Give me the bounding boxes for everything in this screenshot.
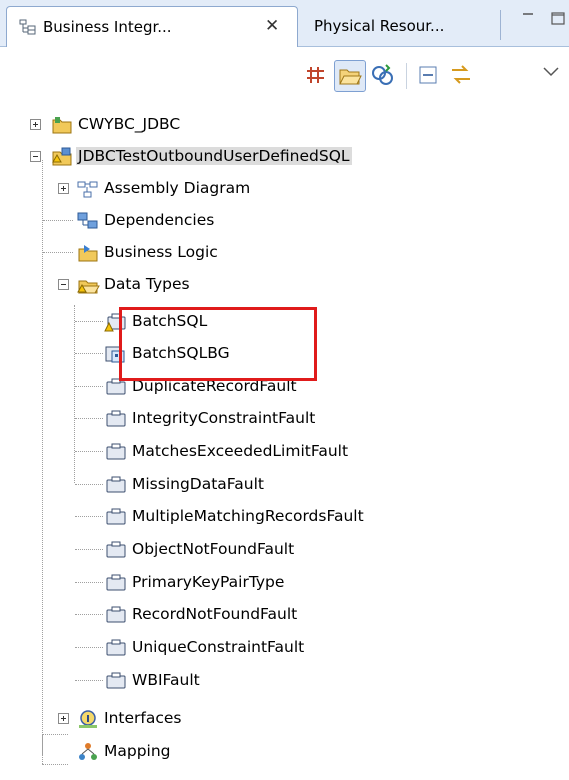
interfaces-icon: I [79,710,97,728]
assembly-diagram-icon [77,181,98,198]
close-icon[interactable]: ✕ [265,16,279,36]
tree-connector [75,353,103,354]
tree-connector [75,484,103,485]
business-integration-icon [19,19,36,35]
tree-item-label: MatchesExceededLimitFault [132,442,349,460]
toolbar-divider [406,63,407,89]
tree-item-business-object[interactable]: MissingDataFault [0,470,569,500]
view-tab-bar: Business Integr... ✕ Physical Resour... [0,0,569,47]
grid-icon[interactable] [302,60,332,90]
module-project-icon [52,147,72,166]
tree-connector [75,614,103,615]
tree-connector [75,582,103,583]
sync-icon[interactable] [446,60,476,90]
expand-icon[interactable] [58,183,69,194]
tree-item-label: Assembly Diagram [104,179,251,197]
open-folder-icon[interactable] [334,60,366,92]
tree-item-cwybc-jdbc[interactable]: CWYBC_JDBC [0,110,569,140]
business-object-icon [106,606,126,623]
tree-connector [75,516,103,517]
tab-label: Physical Resour... [314,17,445,35]
tree-connector [75,647,103,648]
link-icon[interactable] [368,60,398,90]
business-object-icon [106,476,126,493]
collapse-icon[interactable] [30,151,41,162]
tree-item-label: PrimaryKeyPairType [132,573,285,591]
tree-connector [42,734,68,735]
business-object-icon [106,574,126,591]
tab-divider [500,10,501,40]
tree-item-business-object[interactable]: MultipleMatchingRecordsFault [0,502,569,532]
tree-item-label: MissingDataFault [132,475,265,493]
tree-item-label: WBIFault [132,671,200,689]
red-highlight-box [119,307,317,381]
tree-item-label: Data Types [104,275,190,293]
tree-item-label: JDBCTestOutboundUserDefinedSQL [76,147,352,165]
tree-item-business-object[interactable]: PrimaryKeyPairType [0,568,569,598]
tree-item-label: RecordNotFoundFault [132,605,298,623]
view-menu-icon[interactable] [536,60,566,90]
tree-item-assembly-diagram[interactable]: Assembly Diagram [0,174,569,204]
business-object-icon [106,672,126,689]
tree-item-label: Interfaces [104,709,182,727]
mapping-icon [79,743,97,760]
tree-connector [75,386,103,387]
expand-icon[interactable] [30,119,41,130]
tree-connector [43,252,73,253]
tab-label: Business Integr... [43,18,172,36]
tree-item-label: IntegrityConstraintFault [132,409,316,427]
project-tree: CWYBC_JDBC JDBCTestOutboundUserDefinedSQ… [0,110,569,780]
tree-connector [75,321,103,322]
tree-connector [75,549,103,550]
tree-item-business-object[interactable]: WBIFault [0,666,569,696]
dependencies-icon [77,212,98,229]
tree-item-module-jdbctestoutbounduserdefinedsql[interactable]: JDBCTestOutboundUserDefinedSQL [0,142,569,172]
tab-business-integration[interactable]: Business Integr... ✕ [6,6,298,47]
tab-physical-resources[interactable]: Physical Resour... [300,6,500,46]
collapse-all-icon[interactable] [414,60,444,90]
business-object-icon [106,508,126,525]
tree-item-label: MultipleMatchingRecordsFault [132,507,364,525]
tree-item-business-object[interactable]: MatchesExceededLimitFault [0,437,569,467]
maximize-icon[interactable] [550,10,566,26]
tree-item-business-logic[interactable]: Business Logic [0,238,569,268]
minimize-icon[interactable] [520,10,536,26]
tree-item-business-object[interactable]: UniqueConstraintFault [0,633,569,663]
business-object-icon [106,639,126,656]
view-toolbar [0,47,569,103]
tree-item-mapping[interactable]: Mapping [0,737,569,767]
tree-connector [43,220,73,221]
tree-connector [75,418,103,419]
tree-item-label: ObjectNotFoundFault [132,540,295,558]
data-types-folder-icon [77,280,100,294]
tree-item-label: CWYBC_JDBC [78,115,181,133]
business-object-icon [106,410,126,427]
tree-item-business-object[interactable]: IntegrityConstraintFault [0,404,569,434]
business-object-icon [106,443,126,460]
tree-item-interfaces[interactable]: I Interfaces [0,704,569,734]
expand-icon[interactable] [58,713,69,724]
library-project-icon [52,117,72,134]
tree-connector [75,680,103,681]
tree-item-business-object[interactable]: RecordNotFoundFault [0,600,569,630]
tree-item-data-types[interactable]: Data Types [0,270,569,300]
tree-item-label: UniqueConstraintFault [132,638,305,656]
tree-item-label: Business Logic [104,243,218,261]
tree-item-label: Mapping [104,742,171,760]
tree-item-label: Dependencies [104,211,215,229]
tree-connector [75,451,103,452]
collapse-icon[interactable] [58,279,69,290]
business-logic-icon [78,245,98,262]
business-object-icon [106,541,126,558]
tree-item-dependencies[interactable]: Dependencies [0,206,569,236]
tree-item-business-object[interactable]: ObjectNotFoundFault [0,535,569,565]
svg-text:I: I [86,714,90,725]
